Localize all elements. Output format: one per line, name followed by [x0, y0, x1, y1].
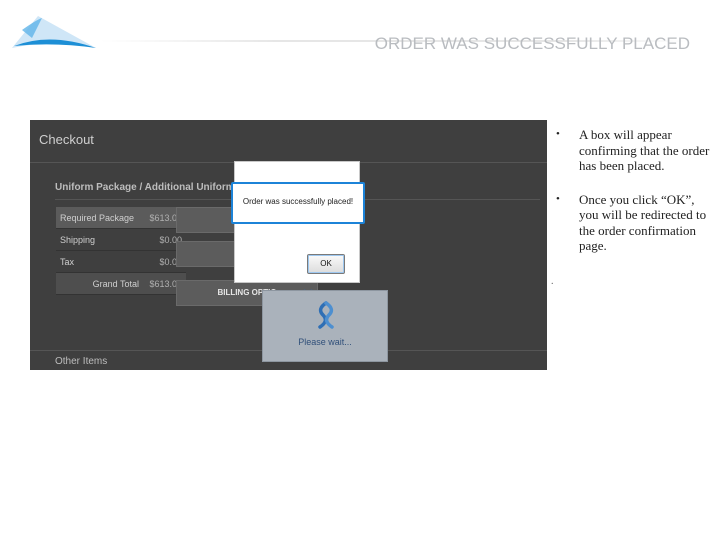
bullet-marker: •: [556, 192, 560, 205]
other-items-heading: Other Items: [55, 356, 108, 367]
row-label: Required Package: [56, 207, 143, 229]
section-title: Uniform Package / Additional Uniform: [55, 182, 235, 193]
logo-swoosh-icon: [12, 16, 96, 48]
row-label: Shipping: [56, 228, 143, 251]
table-row: Required Package $613.00: [56, 207, 186, 229]
list-item: • A box will appear confirming that the …: [556, 127, 716, 174]
ok-button[interactable]: OK: [307, 254, 345, 274]
checkout-screenshot: Checkout Uniform Package / Additional Un…: [30, 120, 547, 370]
bullet-text: Once you click “OK”, you will be redirec…: [579, 191, 707, 254]
table-row-total: Grand Total $613.00: [56, 272, 186, 295]
please-wait-overlay: Please wait...: [262, 290, 388, 362]
table-row: Tax $0.00: [56, 250, 186, 273]
stray-mark: .: [551, 276, 554, 287]
list-item: • Once you click “OK”, you will be redir…: [556, 192, 716, 254]
please-wait-text: Please wait...: [298, 337, 352, 347]
order-summary-table: Required Package $613.00 Shipping $0.00 …: [56, 207, 186, 295]
confirmation-dialog: Order was successfully placed! OK: [231, 161, 365, 283]
loading-spinner-icon: [318, 301, 334, 329]
table-row: Shipping $0.00: [56, 228, 186, 251]
dialog-message: Order was successfully placed!: [242, 197, 354, 206]
row-label: Tax: [56, 250, 143, 273]
bullet-list: • A box will appear confirming that the …: [556, 127, 716, 272]
checkout-title: Checkout: [39, 132, 94, 147]
bullet-text: A box will appear confirming that the or…: [579, 127, 710, 173]
row-label: Grand Total: [56, 272, 143, 295]
slide-title: ORDER WAS SUCCESSFULLY PLACED: [374, 34, 690, 53]
dialog-message-box: Order was successfully placed!: [231, 182, 365, 224]
bullet-marker: •: [556, 128, 560, 140]
